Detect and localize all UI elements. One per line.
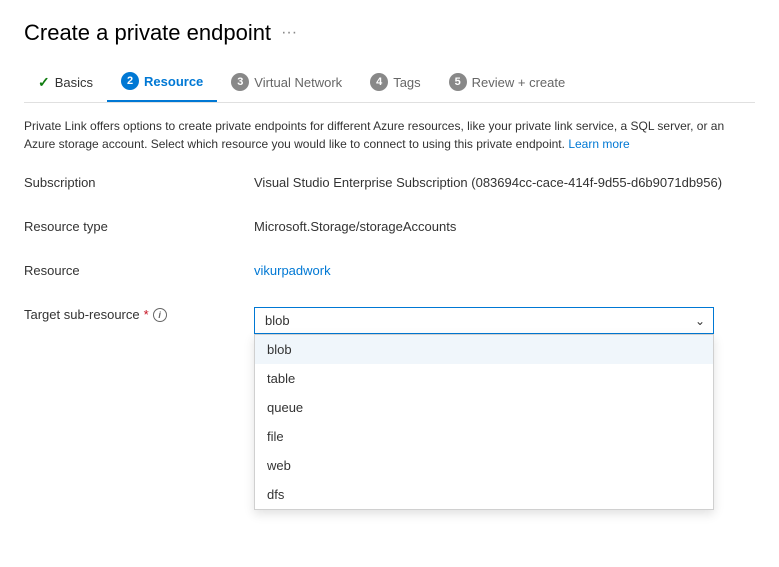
info-text: Private Link offers options to create pr… (24, 117, 744, 153)
dropdown-item-dfs[interactable]: dfs (255, 480, 713, 509)
step-tags[interactable]: 4 Tags (356, 65, 434, 101)
step-vnet-number: 3 (231, 73, 249, 91)
dropdown-item-web[interactable]: web (255, 451, 713, 480)
page-title-row: Create a private endpoint ··· (24, 20, 755, 46)
dropdown-selected-value: blob (265, 313, 290, 328)
dropdown-item-queue[interactable]: queue (255, 393, 713, 422)
dropdown-arrow-icon: ⌄ (695, 314, 705, 328)
steps-nav: ✓ Basics 2 Resource 3 Virtual Network 4 … (24, 64, 755, 103)
learn-more-link[interactable]: Learn more (568, 137, 629, 151)
target-sub-resource-menu: blob table queue file web dfs (254, 334, 714, 510)
target-sub-resource-row: Target sub-resource * i blob ⌄ blob tabl… (24, 305, 755, 334)
target-sub-resource-dropdown[interactable]: blob ⌄ (254, 307, 714, 334)
step-vnet-label: Virtual Network (254, 75, 342, 90)
step-review-number: 5 (449, 73, 467, 91)
subscription-value: Visual Studio Enterprise Subscription (0… (254, 173, 755, 190)
subscription-label: Subscription (24, 173, 254, 190)
step-basics[interactable]: ✓ Basics (24, 66, 107, 101)
step-basics-label: Basics (55, 75, 93, 90)
dropdown-item-file[interactable]: file (255, 422, 713, 451)
subscription-row: Subscription Visual Studio Enterprise Su… (24, 173, 755, 201)
step-review-create[interactable]: 5 Review + create (435, 65, 580, 101)
resource-type-row: Resource type Microsoft.Storage/storageA… (24, 217, 755, 245)
page-title: Create a private endpoint (24, 20, 271, 46)
target-sub-resource-label: Target sub-resource * i (24, 305, 254, 322)
target-sub-resource-value: blob ⌄ blob table queue file web dfs (254, 305, 755, 334)
step-resource[interactable]: 2 Resource (107, 64, 217, 102)
step-basics-check: ✓ (38, 74, 50, 91)
dropdown-item-blob[interactable]: blob (255, 335, 713, 364)
info-icon[interactable]: i (153, 308, 167, 322)
resource-type-value: Microsoft.Storage/storageAccounts (254, 217, 755, 234)
resource-row: Resource vikurpadwork (24, 261, 755, 289)
step-resource-label: Resource (144, 74, 203, 89)
required-indicator: * (144, 307, 149, 322)
resource-label: Resource (24, 261, 254, 278)
resource-value: vikurpadwork (254, 261, 755, 278)
step-resource-number: 2 (121, 72, 139, 90)
step-review-label: Review + create (472, 75, 566, 90)
step-virtual-network[interactable]: 3 Virtual Network (217, 65, 356, 101)
title-menu-button[interactable]: ··· (281, 24, 297, 42)
dropdown-item-table[interactable]: table (255, 364, 713, 393)
step-tags-number: 4 (370, 73, 388, 91)
target-sub-resource-dropdown-wrapper: blob ⌄ blob table queue file web dfs (254, 307, 714, 334)
resource-type-label: Resource type (24, 217, 254, 234)
step-tags-label: Tags (393, 75, 420, 90)
